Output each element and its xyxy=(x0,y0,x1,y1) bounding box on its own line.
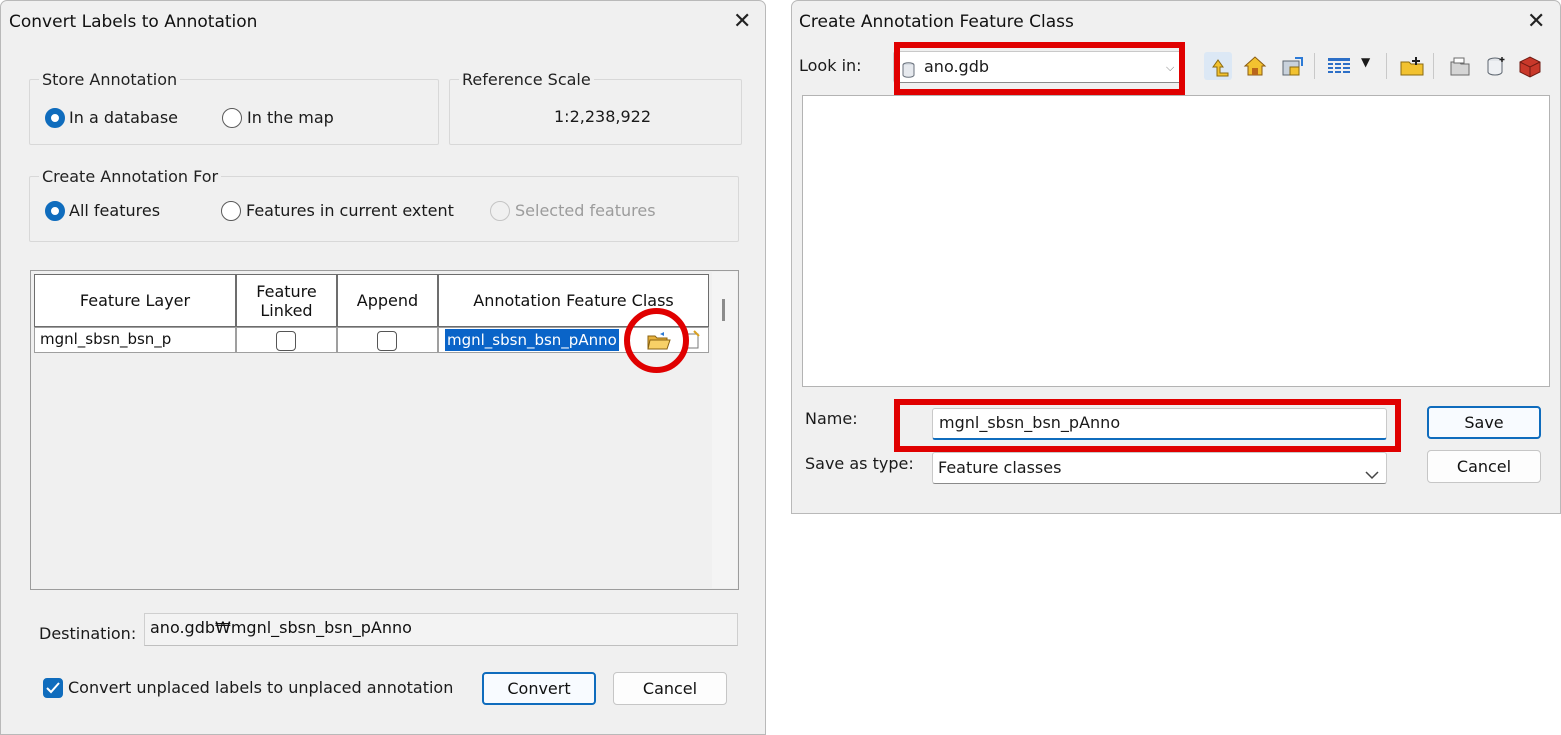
look-in-label: Look in: xyxy=(799,56,862,75)
up-one-level-icon[interactable] xyxy=(1204,52,1232,80)
toolbar-separator xyxy=(1386,53,1387,79)
connect-folder-icon[interactable] xyxy=(1278,52,1306,80)
cancel-button[interactable]: Cancel xyxy=(1427,450,1541,483)
close-icon[interactable]: ✕ xyxy=(1527,11,1545,33)
append-checkbox[interactable] xyxy=(377,331,397,351)
highlight-look-in xyxy=(894,42,1185,95)
home-icon[interactable] xyxy=(1241,52,1269,80)
highlight-circle xyxy=(624,308,689,373)
highlight-name xyxy=(894,399,1401,452)
scrollbar-thumb[interactable] xyxy=(722,299,725,321)
view-dropdown-icon[interactable]: ▼ xyxy=(1361,55,1370,69)
in-map-radio[interactable] xyxy=(222,108,242,128)
selected-features-label: Selected features xyxy=(515,201,656,220)
in-database-radio[interactable] xyxy=(45,108,65,128)
save-as-type-value: Feature classes xyxy=(938,458,1062,477)
all-features-label[interactable]: All features xyxy=(69,201,160,221)
toolbar-separator xyxy=(1314,53,1315,79)
table-row-feature-layer[interactable]: mgnl_sbsn_bsn_p xyxy=(34,327,236,353)
current-extent-radio[interactable] xyxy=(221,201,241,221)
store-annotation-legend: Store Annotation xyxy=(39,71,181,89)
new-folder-icon[interactable] xyxy=(1398,52,1426,80)
in-map-label[interactable]: In the map xyxy=(247,108,334,128)
dialog-title: Create Annotation Feature Class xyxy=(799,12,1074,32)
feature-linked-checkbox[interactable] xyxy=(276,331,296,351)
column-feature-linked: Feature Linked xyxy=(236,274,337,327)
reference-scale-legend: Reference Scale xyxy=(459,71,594,89)
file-list[interactable] xyxy=(802,95,1550,387)
convert-unplaced-label[interactable]: Convert unplaced labels to unplaced anno… xyxy=(68,678,453,698)
convert-unplaced-checkbox[interactable] xyxy=(43,678,63,698)
selected-features-radio xyxy=(490,201,510,221)
toolbar-separator xyxy=(1433,53,1434,79)
current-extent-label[interactable]: Features in current extent xyxy=(246,201,454,221)
name-label: Name: xyxy=(805,409,858,428)
reference-scale-value: 1:2,238,922 xyxy=(554,107,651,126)
convert-button[interactable]: Convert xyxy=(482,672,596,705)
new-database-icon[interactable] xyxy=(1482,52,1510,80)
destination-label: Destination: xyxy=(39,624,137,643)
chevron-down-icon[interactable] xyxy=(1365,461,1379,489)
in-database-label[interactable]: In a database xyxy=(69,108,178,128)
dialog-title: Convert Labels to Annotation xyxy=(9,12,258,32)
column-feature-layer: Feature Layer xyxy=(34,274,236,327)
close-icon[interactable]: ✕ xyxy=(733,11,751,33)
create-annotation-dialog: Create Annotation Feature Class ✕ Look i… xyxy=(791,0,1561,514)
save-as-type-label: Save as type: xyxy=(805,454,914,473)
destination-field: ano.gdb₩mgnl_sbsn_bsn_pAnno xyxy=(144,613,738,646)
save-as-type-combo[interactable]: Feature classes xyxy=(932,452,1387,484)
convert-labels-dialog: Convert Labels to Annotation ✕ Store Ann… xyxy=(0,0,766,735)
cancel-button[interactable]: Cancel xyxy=(613,672,727,705)
view-menu-icon[interactable] xyxy=(1325,52,1353,80)
create-annotation-for-legend: Create Annotation For xyxy=(39,168,222,186)
new-file-gdb-icon[interactable] xyxy=(1446,52,1474,80)
all-features-radio[interactable] xyxy=(45,201,65,221)
save-button[interactable]: Save xyxy=(1427,406,1541,439)
new-toolbox-icon[interactable] xyxy=(1516,52,1544,80)
annotation-feature-class-name[interactable]: mgnl_sbsn_bsn_pAnno xyxy=(445,329,619,351)
column-append: Append xyxy=(337,274,438,327)
